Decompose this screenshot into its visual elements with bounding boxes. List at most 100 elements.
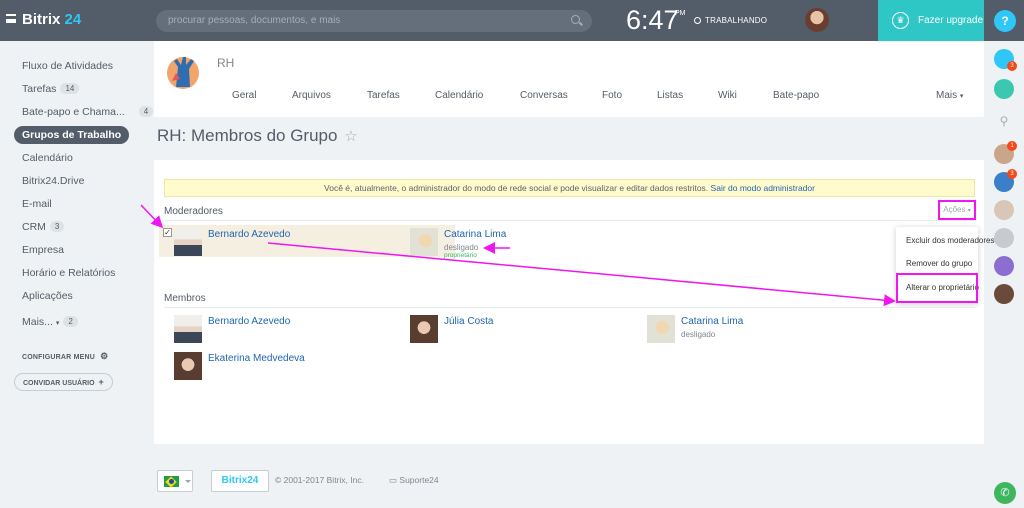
sidebar-item-email[interactable]: E-mail: [22, 198, 52, 210]
members-content: Você é, atualmente, o administrador do m…: [154, 160, 994, 444]
tab-more[interactable]: Mais ▾: [936, 90, 963, 101]
app-logo[interactable]: Bitrix 24: [22, 11, 81, 28]
status-icon: [694, 17, 701, 24]
tab-wiki[interactable]: Wiki: [718, 90, 737, 101]
sidebar-item-company[interactable]: Empresa: [22, 244, 64, 256]
messenger-icon[interactable]: [994, 79, 1014, 99]
divider: [164, 307, 975, 308]
sidebar-item-more[interactable]: Mais... ▾ 2: [22, 316, 78, 328]
search-placeholder: procurar pessoas, documentos, e mais: [168, 15, 341, 26]
crown-icon: ♛: [892, 12, 909, 29]
tasks-count-badge: 14: [60, 83, 80, 94]
search-icon[interactable]: ⚲: [994, 111, 1014, 131]
remove-from-group-item[interactable]: Remover do grupo: [906, 259, 972, 268]
chevron-down-icon: [185, 480, 191, 483]
group-header: RH Geral Arquivos Tarefas Calendário Con…: [154, 41, 984, 117]
sidebar-item-tasks[interactable]: Tarefas 14: [22, 83, 80, 95]
avatar: [410, 315, 438, 343]
phone-icon[interactable]: ✆: [994, 482, 1016, 504]
member-item[interactable]: Júlia Costa: [410, 315, 610, 345]
tab-lists[interactable]: Listas: [657, 90, 683, 101]
chevron-down-icon: ▾: [959, 93, 964, 100]
chevron-down-icon: ▾: [55, 320, 60, 327]
divider: [164, 220, 975, 221]
member-status: desligado: [444, 243, 479, 252]
member-item[interactable]: Bernardo Azevedo: [174, 315, 374, 345]
menu-icon[interactable]: [6, 14, 16, 23]
sidebar-item-chat[interactable]: Bate-papo e Chama... 4: [22, 106, 154, 118]
sidebar-item-activity-stream[interactable]: Fluxo de Atividades: [22, 60, 113, 72]
search-icon[interactable]: [571, 15, 580, 24]
owner-label: proprietário: [444, 252, 477, 259]
member-name[interactable]: Catarina Lima: [681, 316, 743, 327]
tab-photo[interactable]: Foto: [602, 90, 622, 101]
right-bar: 3 ⚲ 1 3: [984, 41, 1024, 508]
tab-calendar[interactable]: Calendário: [435, 90, 483, 101]
star-icon[interactable]: ☆: [344, 128, 357, 145]
search-input[interactable]: procurar pessoas, documentos, e mais: [156, 10, 592, 32]
group-logo[interactable]: [164, 51, 202, 91]
tab-conversations[interactable]: Conversas: [520, 90, 568, 101]
clock-time[interactable]: 6:47: [626, 5, 679, 36]
help-button[interactable]: ?: [994, 10, 1016, 32]
contact-avatar[interactable]: [994, 284, 1014, 304]
members-title: Membros: [164, 293, 206, 304]
more-count-badge: 2: [63, 316, 78, 327]
user-avatar[interactable]: [805, 8, 829, 32]
member-name[interactable]: Bernardo Azevedo: [208, 316, 290, 327]
admin-notice: Você é, atualmente, o administrador do m…: [164, 179, 975, 197]
gear-icon: ⚙: [100, 351, 109, 361]
sidebar-item-crm[interactable]: CRM 3: [22, 221, 65, 233]
actions-button[interactable]: Ações ▾: [938, 200, 976, 220]
sidebar-item-calendar[interactable]: Calendário: [22, 152, 73, 164]
avatar: [174, 352, 202, 380]
upgrade-button[interactable]: ♛ Fazer upgrade: [878, 0, 984, 41]
footer-logo[interactable]: Bitrix24: [211, 470, 269, 492]
notifications-icon[interactable]: 3: [994, 49, 1017, 71]
member-name[interactable]: Bernardo Azevedo: [208, 229, 290, 240]
moderator-item[interactable]: Bernardo Azevedo: [174, 228, 374, 258]
sidebar-item-time-reports[interactable]: Horário e Relatórios: [22, 267, 115, 279]
group-chat-avatar[interactable]: 3: [994, 169, 1017, 192]
contact-avatar[interactable]: [994, 228, 1014, 248]
member-checkbox[interactable]: ✓: [163, 228, 172, 237]
tab-general[interactable]: Geral: [232, 90, 256, 101]
brazil-flag-icon: [164, 476, 179, 487]
member-name[interactable]: Ekaterina Medvedeva: [208, 353, 305, 364]
configure-menu-button[interactable]: CONFIGURAR MENU ⚙: [22, 351, 108, 362]
group-logo-image: [167, 57, 199, 89]
crm-count-badge: 3: [49, 221, 65, 232]
chat-count-badge: 4: [138, 106, 154, 117]
tab-files[interactable]: Arquivos: [292, 90, 331, 101]
avatar: [410, 228, 438, 256]
support-link[interactable]: ▭ Suporte24: [389, 475, 439, 486]
sidebar-item-drive[interactable]: Bitrix24.Drive: [22, 175, 84, 187]
group-name: RH: [217, 56, 235, 70]
tab-chat[interactable]: Bate-papo: [773, 90, 819, 101]
avatar: [174, 228, 202, 256]
member-status: desligado: [681, 330, 716, 339]
contact-avatar[interactable]: [994, 200, 1014, 220]
language-selector[interactable]: [157, 470, 193, 492]
member-item[interactable]: Catarina Lima desligado: [647, 315, 847, 345]
avatar: [647, 315, 675, 343]
tab-tasks[interactable]: Tarefas: [367, 90, 400, 101]
chat-icon: ▭: [389, 475, 398, 485]
contact-avatar[interactable]: [994, 256, 1014, 276]
recent-chat-avatar[interactable]: 1: [994, 141, 1017, 164]
moderators-title: Moderadores: [164, 206, 223, 217]
member-name[interactable]: Catarina Lima: [444, 229, 506, 240]
copyright-text: © 2001-2017 Bitrix, Inc.: [275, 475, 364, 485]
exit-admin-mode-link[interactable]: Sair do modo administrador: [711, 183, 815, 193]
sidebar-item-workgroups[interactable]: Grupos de Trabalho: [14, 126, 130, 144]
member-name[interactable]: Júlia Costa: [444, 316, 493, 327]
member-item[interactable]: Ekaterina Medvedeva: [174, 352, 374, 382]
annotation-highlight: [896, 273, 978, 303]
sidebar-item-applications[interactable]: Aplicações: [22, 290, 73, 302]
work-status[interactable]: TRABALHANDO: [694, 16, 767, 25]
page-title: RH: Membros do Grupo ☆: [157, 126, 358, 145]
moderator-item[interactable]: Catarina Lima desligado proprietário: [410, 228, 610, 259]
remove-from-moderators-item[interactable]: Excluir dos moderadores: [906, 236, 994, 245]
invite-user-button[interactable]: CONVIDAR USUÁRIO +: [14, 373, 113, 391]
avatar: [174, 315, 202, 343]
